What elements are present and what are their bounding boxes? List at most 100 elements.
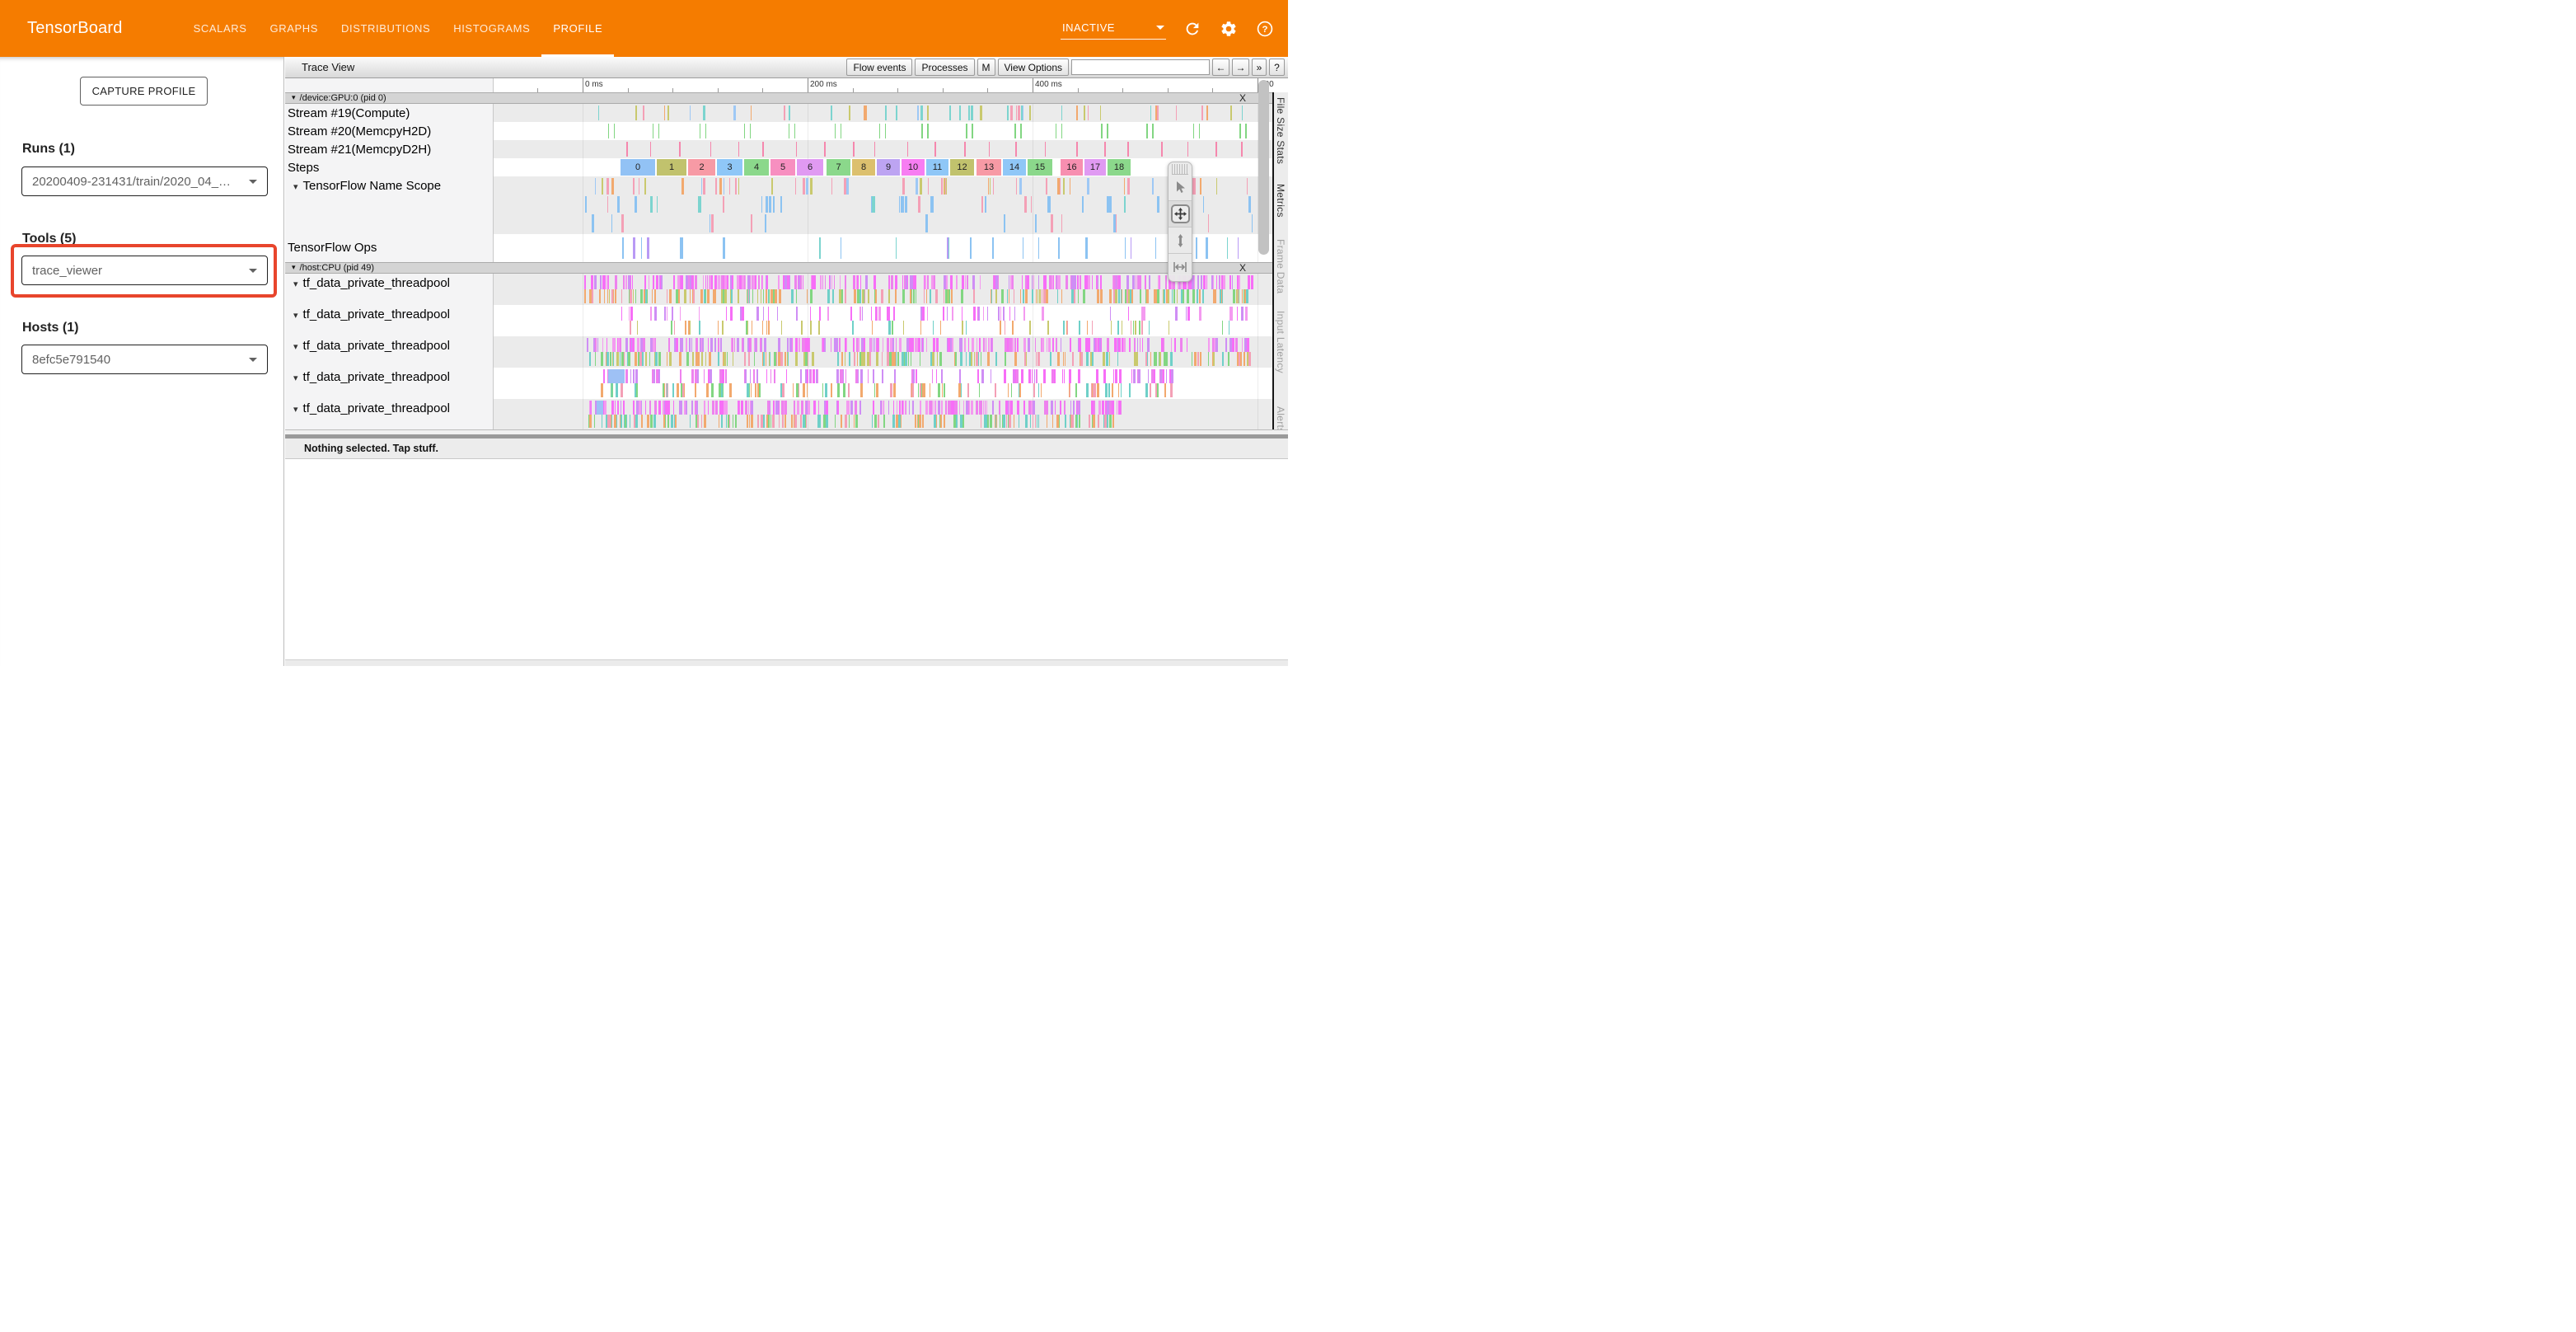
trace-event[interactable] xyxy=(1074,275,1076,289)
trace-event[interactable] xyxy=(932,352,934,366)
trace-event[interactable] xyxy=(1109,415,1112,428)
trace-event[interactable] xyxy=(1163,338,1164,352)
trace-event[interactable] xyxy=(902,178,905,195)
trace-event[interactable] xyxy=(1247,178,1248,195)
trace-event[interactable] xyxy=(636,401,639,415)
trace-event[interactable] xyxy=(889,321,891,335)
trace-event[interactable] xyxy=(963,401,964,415)
trace-event[interactable] xyxy=(723,352,724,366)
trace-event[interactable] xyxy=(1092,275,1093,289)
trace-event[interactable] xyxy=(830,275,831,289)
trace-event[interactable] xyxy=(843,369,844,383)
trace-event[interactable] xyxy=(1049,275,1051,289)
trace-event[interactable] xyxy=(1164,289,1165,303)
trace-event[interactable] xyxy=(896,106,897,120)
trace-event[interactable] xyxy=(689,338,691,352)
trace-event[interactable] xyxy=(615,289,616,303)
trace-event[interactable] xyxy=(993,178,994,195)
palette-drag-handle[interactable] xyxy=(1172,164,1188,175)
trace-event[interactable] xyxy=(601,352,603,366)
trace-event[interactable] xyxy=(1220,289,1221,303)
trace-event[interactable] xyxy=(968,106,970,120)
trace-event[interactable] xyxy=(705,124,706,138)
trace-event[interactable] xyxy=(1032,289,1033,303)
trace-event[interactable] xyxy=(665,401,667,415)
trace-event[interactable] xyxy=(1082,196,1084,213)
trace-event[interactable] xyxy=(1047,321,1049,335)
trace-event[interactable] xyxy=(893,307,895,321)
trace-event[interactable] xyxy=(751,106,752,120)
trace-event[interactable] xyxy=(888,307,890,321)
trace-event[interactable] xyxy=(635,352,637,366)
trace-event[interactable] xyxy=(856,275,857,289)
trace-event[interactable] xyxy=(1145,383,1148,397)
trace-event[interactable] xyxy=(907,142,908,157)
trace-event[interactable] xyxy=(1114,338,1117,352)
trace-event[interactable] xyxy=(822,275,823,289)
trace-event[interactable] xyxy=(935,401,936,415)
trace-event-block[interactable] xyxy=(608,369,625,383)
trace-event[interactable] xyxy=(787,275,789,289)
trace-event[interactable] xyxy=(1017,401,1019,415)
trace-event[interactable] xyxy=(629,289,630,303)
trace-event[interactable] xyxy=(738,289,739,303)
trace-event[interactable] xyxy=(602,338,603,352)
trace-event[interactable] xyxy=(876,383,878,397)
trace-event[interactable] xyxy=(1004,369,1006,383)
trace-event[interactable] xyxy=(1150,106,1151,120)
trace-event[interactable] xyxy=(747,275,750,289)
trace-event[interactable] xyxy=(1159,352,1161,366)
trace-event[interactable] xyxy=(769,289,770,303)
trace-event[interactable] xyxy=(608,415,611,428)
trace-event[interactable] xyxy=(850,401,853,415)
trace-event[interactable] xyxy=(837,383,840,397)
trace-event[interactable] xyxy=(663,401,664,415)
trace-event[interactable] xyxy=(1028,369,1031,383)
trace-event[interactable] xyxy=(1100,289,1103,303)
trace-event[interactable] xyxy=(763,289,764,303)
trace-event[interactable] xyxy=(1155,237,1156,259)
trace-event[interactable] xyxy=(974,275,975,289)
trace-event[interactable] xyxy=(874,142,875,157)
trace-event[interactable] xyxy=(607,352,609,366)
trace-event[interactable] xyxy=(611,214,612,232)
trace-event[interactable] xyxy=(690,321,691,335)
trace-event[interactable] xyxy=(1215,142,1217,157)
trace-event[interactable] xyxy=(937,352,938,366)
step-block-10[interactable]: 10 xyxy=(902,159,925,176)
trace-event[interactable] xyxy=(1199,124,1200,138)
trace-event[interactable] xyxy=(625,275,627,289)
trace-event[interactable] xyxy=(1149,321,1150,335)
trace-event[interactable] xyxy=(933,321,934,335)
trace-event[interactable] xyxy=(987,352,990,366)
trace-event[interactable] xyxy=(1157,383,1159,397)
trace-event[interactable] xyxy=(984,415,986,428)
trace-event[interactable] xyxy=(1245,307,1248,321)
trace-event[interactable] xyxy=(880,401,882,415)
trace-event[interactable] xyxy=(1048,338,1051,352)
track-lane[interactable] xyxy=(494,140,1272,158)
trace-event[interactable] xyxy=(1051,214,1053,232)
trace-event[interactable] xyxy=(1067,321,1068,335)
pane-divider[interactable] xyxy=(285,429,1288,439)
trace-event[interactable] xyxy=(706,383,709,397)
trace-event[interactable] xyxy=(1161,142,1163,157)
trace-event[interactable] xyxy=(839,338,841,352)
trace-event[interactable] xyxy=(1017,338,1019,352)
close-section-button[interactable]: X xyxy=(1239,262,1246,274)
trace-event[interactable] xyxy=(891,275,893,289)
trace-event[interactable] xyxy=(1214,289,1216,303)
trace-event[interactable] xyxy=(1151,369,1154,383)
trace-event[interactable] xyxy=(964,142,966,157)
trace-event[interactable] xyxy=(779,415,780,428)
trace-event[interactable] xyxy=(658,352,661,366)
trace-event[interactable] xyxy=(667,415,669,428)
trace-event[interactable] xyxy=(1157,196,1159,213)
trace-event[interactable] xyxy=(626,142,628,157)
trace-event[interactable] xyxy=(1238,237,1239,259)
trace-event[interactable] xyxy=(626,415,627,428)
trace-event[interactable] xyxy=(1157,289,1159,303)
trace-event[interactable] xyxy=(753,369,755,383)
trace-event[interactable] xyxy=(1095,338,1096,352)
trace-event[interactable] xyxy=(1240,352,1242,366)
